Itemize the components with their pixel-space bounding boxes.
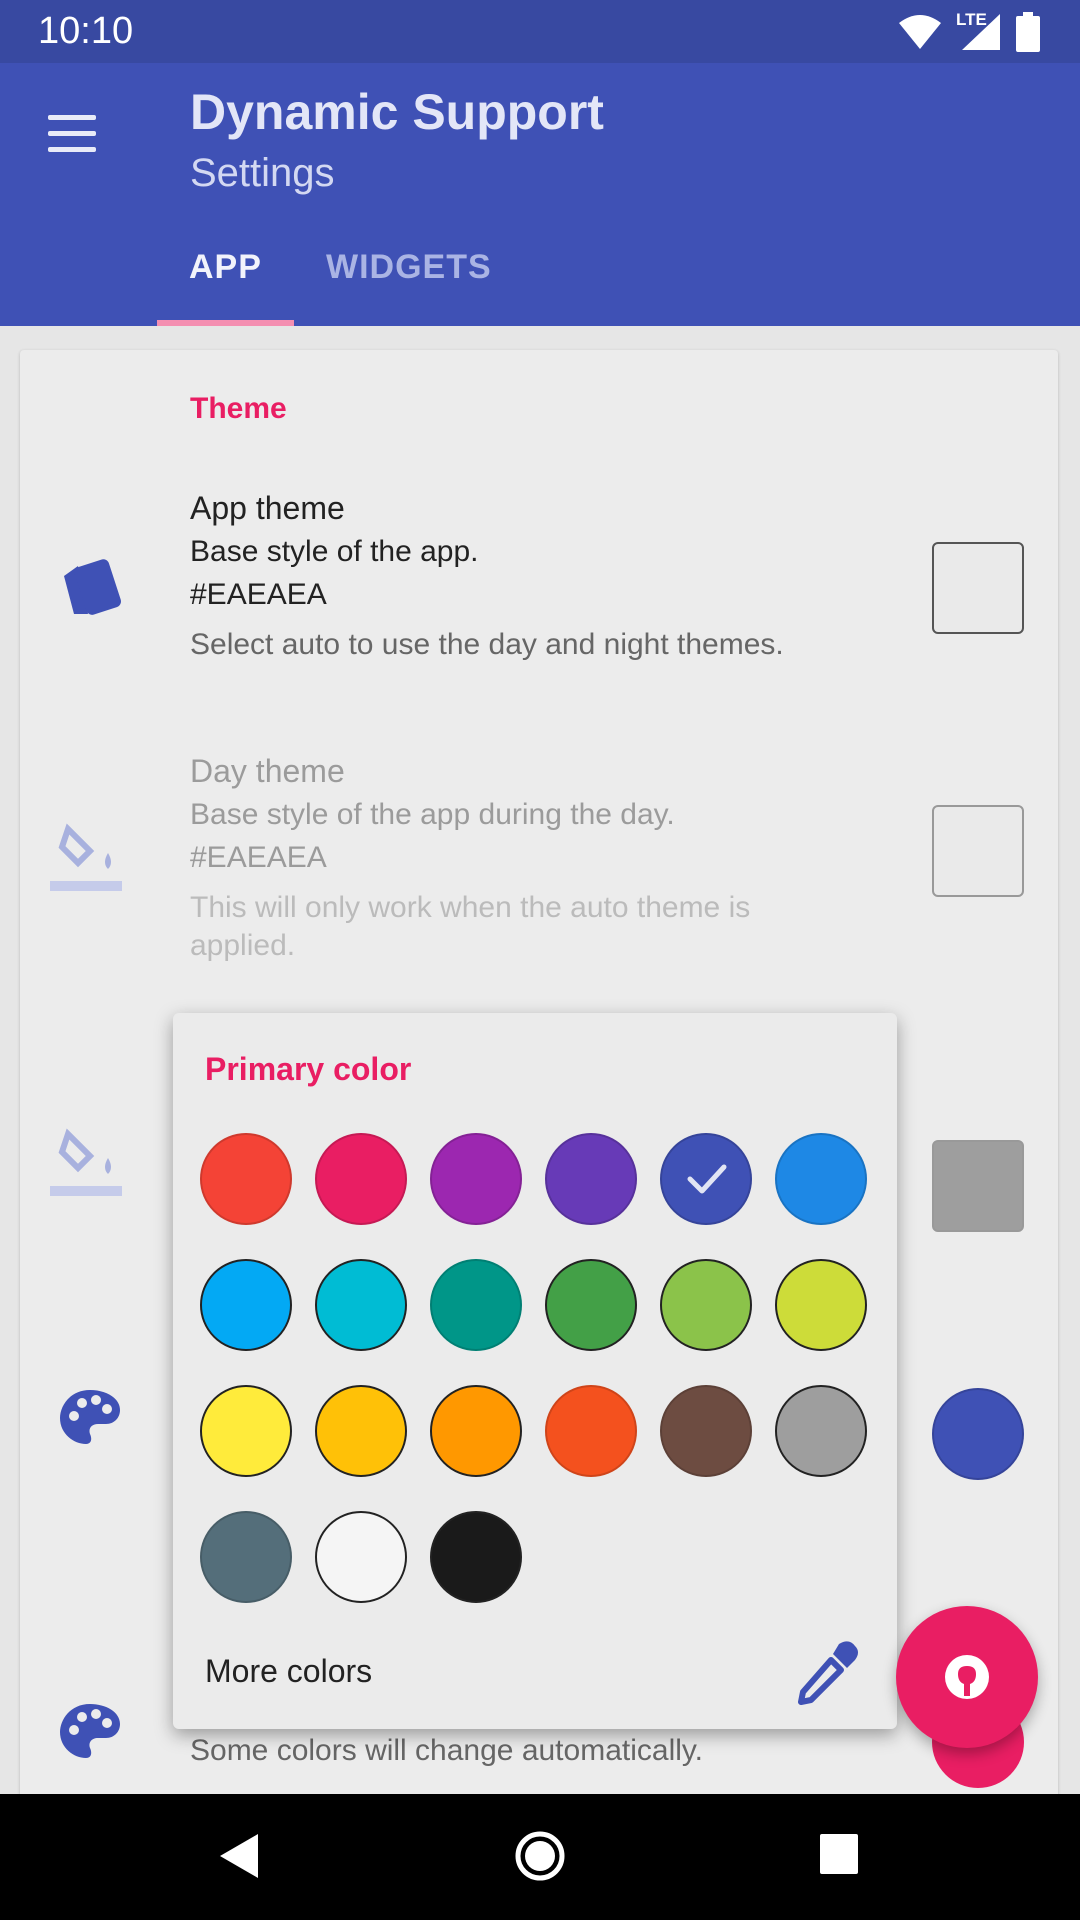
color-picker-popup: Primary color More colors (173, 1013, 897, 1729)
tab-widgets[interactable]: WIDGETS (326, 248, 492, 287)
primary-color-circle[interactable] (932, 1388, 1024, 1480)
cell-signal-icon: LTE (956, 10, 1002, 52)
color-swatch[interactable] (315, 1133, 407, 1225)
app-subtitle: Settings (190, 151, 335, 195)
pref-day-theme-title: Day theme (190, 753, 345, 789)
app-theme-color-box[interactable] (932, 542, 1024, 634)
color-swatch[interactable] (315, 1511, 407, 1603)
section-header-theme: Theme (190, 392, 287, 425)
color-swatch[interactable] (200, 1133, 292, 1225)
tab-indicator (157, 320, 294, 326)
menu-icon[interactable] (42, 115, 102, 165)
check-icon (687, 1164, 727, 1194)
color-swatch[interactable] (430, 1259, 522, 1351)
github-fab[interactable] (896, 1606, 1038, 1748)
more-colors-button[interactable]: More colors (205, 1653, 372, 1690)
wifi-icon (899, 15, 941, 49)
app-bar: Dynamic Support Settings APP WIDGETS (0, 63, 1080, 326)
color-swatch[interactable] (545, 1259, 637, 1351)
paint-bucket-icon (50, 1128, 122, 1196)
pref-app-theme[interactable]: App theme Base style of the app. #EAEAEA… (20, 490, 1058, 690)
pref-app-theme-description: Select auto to use the day and night the… (190, 628, 784, 661)
home-icon[interactable] (514, 1830, 566, 1882)
color-swatch[interactable] (545, 1385, 637, 1477)
day-theme-color-box[interactable] (932, 805, 1024, 897)
color-swatch[interactable] (660, 1259, 752, 1351)
app-title: Dynamic Support (190, 84, 604, 140)
pref-day-theme-summary: Base style of the app during the day. (190, 798, 675, 831)
status-icons: LTE (898, 10, 1040, 52)
color-swatch[interactable] (660, 1133, 752, 1225)
pref-accent-color-description: Some colors will change automatically. (190, 1734, 704, 1767)
palette-icon (60, 1390, 120, 1444)
color-swatch[interactable] (430, 1385, 522, 1477)
eyedropper-icon[interactable] (793, 1638, 863, 1708)
color-swatch[interactable] (430, 1511, 522, 1603)
palette-icon (60, 1704, 120, 1758)
navigation-bar (0, 1794, 1080, 1920)
color-swatch[interactable] (315, 1385, 407, 1477)
pref-app-theme-summary: Base style of the app. (190, 535, 479, 568)
status-bar: 10:10 LTE (0, 0, 1080, 63)
color-swatch[interactable] (545, 1133, 637, 1225)
pref-day-theme[interactable]: Day theme Base style of the app during t… (20, 753, 1058, 983)
tab-app[interactable]: APP (189, 248, 262, 287)
color-swatch[interactable] (200, 1385, 292, 1477)
battery-icon (1016, 12, 1040, 52)
color-swatch[interactable] (200, 1511, 292, 1603)
status-time: 10:10 (38, 10, 134, 52)
color-swatch[interactable] (660, 1385, 752, 1477)
network-type: LTE (956, 10, 987, 29)
pref-day-theme-description: This will only work when the auto theme … (190, 891, 751, 962)
paint-bucket-icon (50, 823, 122, 891)
color-swatch[interactable] (200, 1259, 292, 1351)
night-theme-color-box[interactable] (932, 1140, 1024, 1232)
paint-swatch-icon (64, 559, 121, 615)
color-swatch[interactable] (775, 1385, 867, 1477)
pref-app-theme-title: App theme (190, 490, 345, 526)
pref-app-theme-value: #EAEAEA (190, 578, 327, 611)
color-swatch[interactable] (430, 1133, 522, 1225)
popup-title: Primary color (205, 1051, 412, 1087)
recents-icon[interactable] (818, 1832, 860, 1876)
color-swatch[interactable] (775, 1259, 867, 1351)
color-swatch[interactable] (775, 1133, 867, 1225)
color-swatch[interactable] (315, 1259, 407, 1351)
back-icon[interactable] (218, 1832, 262, 1880)
github-icon (945, 1655, 989, 1699)
pref-day-theme-value: #EAEAEA (190, 841, 327, 874)
